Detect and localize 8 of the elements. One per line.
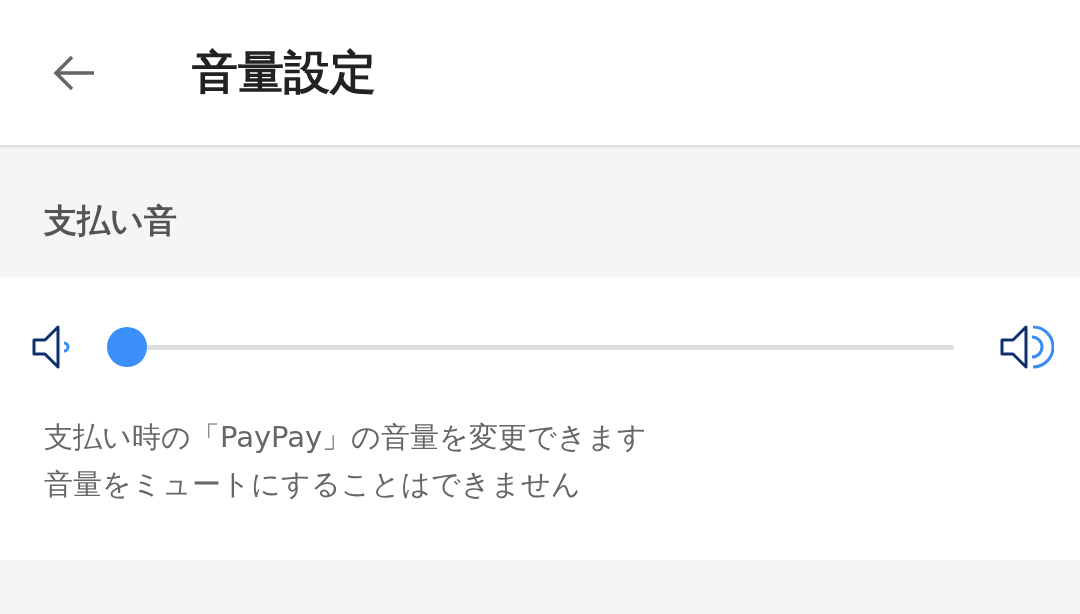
description-text: 支払い時の「PayPay」の音量を変更できます	[44, 419, 649, 456]
section-title: 支払い音	[44, 199, 177, 242]
speaker-low-icon	[32, 324, 72, 370]
slider-thumb[interactable]	[107, 327, 147, 367]
page-title: 音量設定	[192, 43, 376, 101]
description-text: 音量をミュートにすることはできません	[44, 466, 582, 503]
volume-slider[interactable]	[107, 327, 954, 367]
speaker-high-icon	[1000, 324, 1054, 370]
